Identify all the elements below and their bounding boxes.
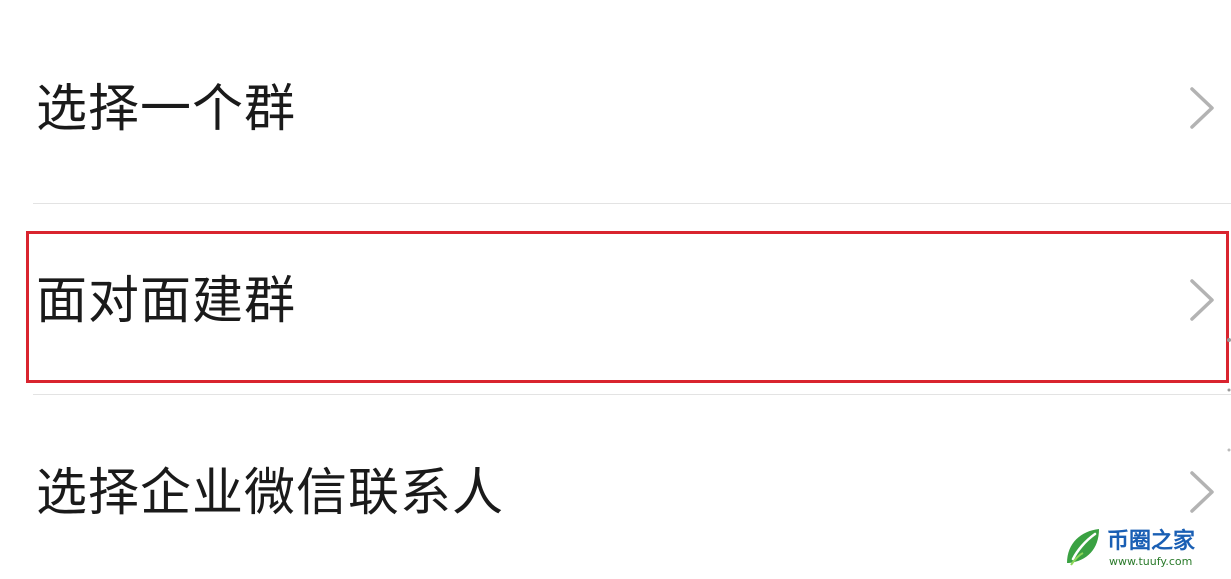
menu-item-select-group[interactable]: 选择一个群 xyxy=(0,0,1231,203)
select-group-page: 选择一个群 面对面建群 选择企业微信联系人 币圈之家 www.tuufy.com xyxy=(0,0,1231,579)
watermark-domain: www.tuufy.com xyxy=(1109,555,1193,568)
menu-item-label: 面对面建群 xyxy=(36,272,297,331)
chevron-right-icon xyxy=(1187,470,1217,514)
edge-marks xyxy=(1225,330,1231,490)
chevron-right-icon xyxy=(1187,86,1217,130)
watermark-brand: 币圈之家 xyxy=(1107,529,1196,554)
menu-item-label: 选择一个群 xyxy=(36,80,297,139)
menu-item-face-to-face-group[interactable]: 面对面建群 xyxy=(0,204,1231,394)
menu-item-label: 选择企业微信联系人 xyxy=(36,464,505,523)
leaf-logo-icon xyxy=(1061,525,1105,569)
chevron-right-icon xyxy=(1187,278,1217,322)
menu-item-select-wecom-contacts[interactable]: 选择企业微信联系人 xyxy=(0,395,1231,579)
watermark: 币圈之家 www.tuufy.com xyxy=(1061,523,1223,575)
